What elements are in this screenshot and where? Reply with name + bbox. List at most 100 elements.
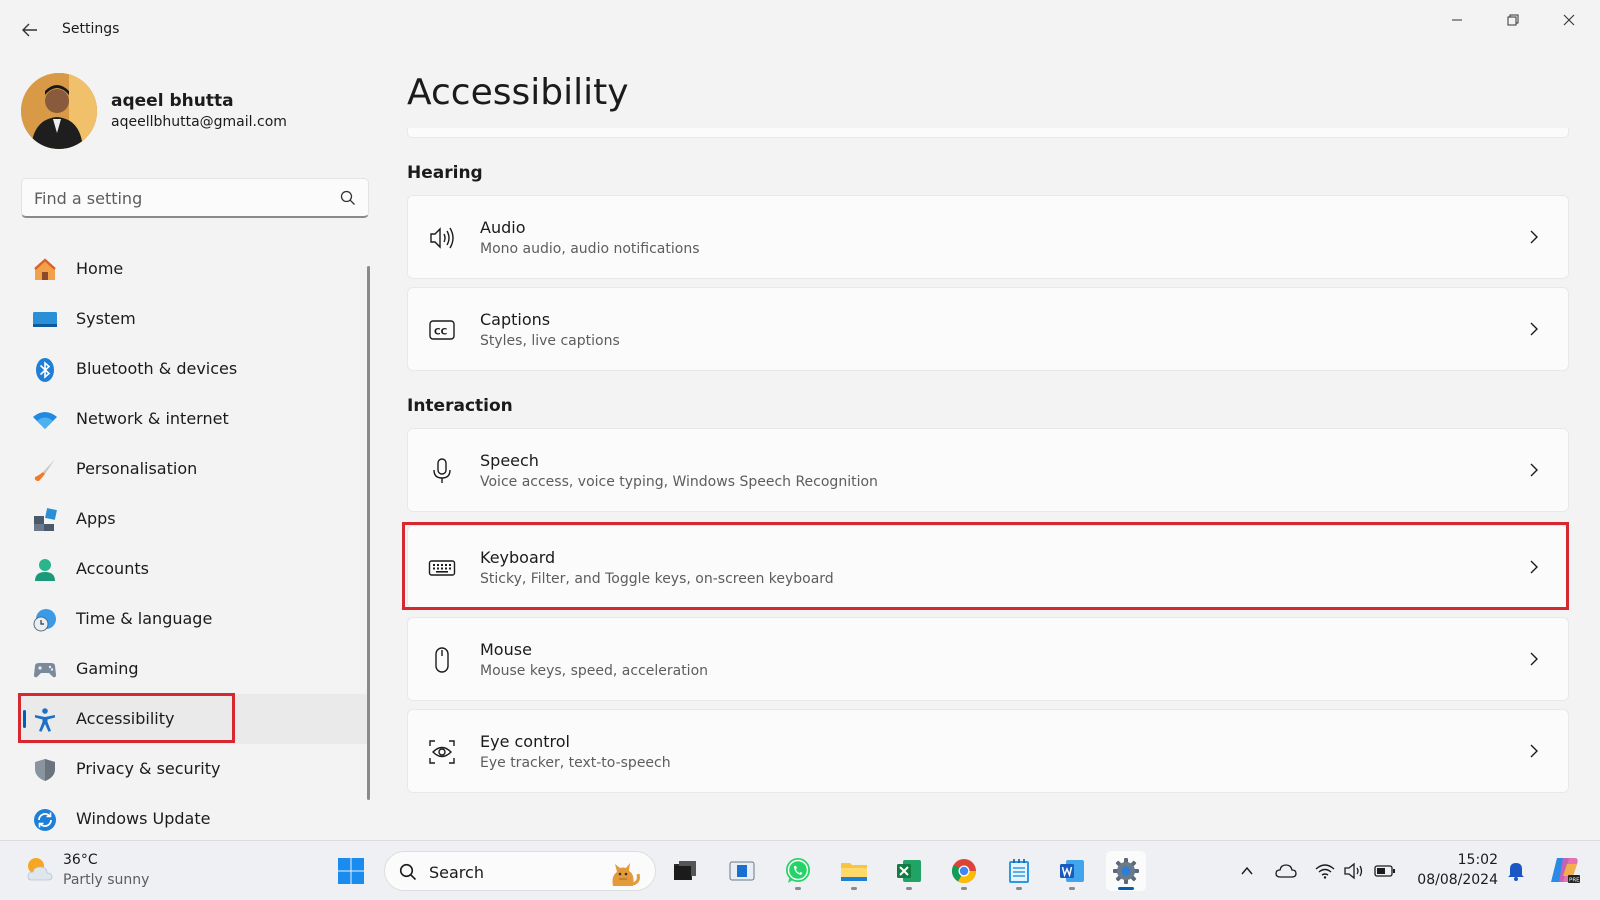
card-title: Audio: [480, 218, 526, 237]
cat-illustration-icon: [612, 863, 640, 886]
page-title: Accessibility: [407, 72, 629, 113]
user-email: aqeellbhutta@gmail.com: [111, 114, 287, 130]
taskbar-app-notepad[interactable]: [999, 851, 1039, 891]
start-button[interactable]: [331, 851, 371, 891]
highlight-box-keyboard: [402, 522, 1569, 610]
profile-photo-icon: [21, 73, 97, 149]
sidebar-item-gaming[interactable]: Gaming: [20, 644, 370, 694]
card-subtitle: Eye tracker, text-to-speech: [480, 755, 671, 771]
search-input[interactable]: [34, 187, 324, 209]
sidebar-item-apps[interactable]: Apps: [20, 494, 370, 544]
sidebar-item-label: Home: [76, 259, 124, 278]
task-view-icon: [674, 861, 696, 880]
back-button[interactable]: [18, 18, 42, 42]
sidebar-item-network[interactable]: Network & internet: [20, 394, 370, 444]
battery-button[interactable]: [1373, 859, 1397, 883]
wifi-icon: [1315, 864, 1335, 879]
sidebar-item-label: Accounts: [76, 559, 149, 578]
show-hidden-icons-button[interactable]: [1235, 859, 1259, 883]
running-indicator: [1118, 887, 1134, 890]
taskbar-app-media[interactable]: [722, 851, 762, 891]
taskbar-search-label: Search: [429, 863, 484, 882]
taskbar-search[interactable]: Search: [384, 851, 656, 891]
sidebar-item-label: Bluetooth & devices: [76, 359, 238, 378]
sidebar-item-label: Windows Update: [76, 809, 211, 828]
settings-gear-icon: [1113, 858, 1139, 884]
notifications-button[interactable]: [1504, 859, 1528, 883]
user-name: aqeel bhutta: [111, 91, 234, 111]
search-icon[interactable]: [340, 190, 356, 206]
running-indicator: [906, 887, 912, 890]
avatar[interactable]: [21, 73, 97, 149]
volume-button[interactable]: [1343, 859, 1367, 883]
gamepad-icon: [32, 657, 58, 683]
update-icon: [32, 807, 58, 833]
sidebar-scrollbar[interactable]: [367, 266, 370, 800]
card-title: Speech: [480, 451, 539, 470]
card-title: Captions: [480, 310, 551, 329]
network-status-button[interactable]: [1313, 859, 1337, 883]
taskbar-app-whatsapp[interactable]: [778, 851, 818, 891]
chevron-right-icon: [1530, 230, 1538, 244]
speaker-icon: [428, 224, 456, 252]
section-label-interaction: Interaction: [407, 396, 513, 416]
svg-text:CC: CC: [434, 328, 448, 338]
sidebar-item-personalisation[interactable]: Personalisation: [20, 444, 370, 494]
sidebar-nav: Home System Bluetooth & devices Network …: [20, 244, 370, 844]
card-mouse[interactable]: Mouse Mouse keys, speed, acceleration: [407, 617, 1569, 701]
taskbar-app-chrome[interactable]: [944, 851, 984, 891]
whatsapp-icon: [786, 858, 810, 883]
windows-start-icon: [338, 858, 364, 884]
accounts-icon: [32, 557, 58, 583]
clock-globe-icon: [32, 607, 58, 633]
card-eye-control[interactable]: Eye control Eye tracker, text-to-speech: [407, 709, 1569, 793]
taskbar-app-word[interactable]: [1052, 851, 1092, 891]
back-arrow-icon: [22, 23, 37, 37]
bell-icon: [1508, 863, 1524, 881]
eye-control-icon: [428, 738, 456, 766]
minimize-icon: [1452, 19, 1462, 21]
sidebar-item-windows-update[interactable]: Windows Update: [20, 794, 370, 844]
sidebar-item-privacy-security[interactable]: Privacy & security: [20, 744, 370, 794]
close-button[interactable]: [1546, 8, 1592, 32]
partly-sunny-icon: [27, 858, 53, 881]
running-indicator: [795, 887, 801, 890]
taskbar-app-file-explorer[interactable]: [834, 851, 874, 891]
chrome-icon: [951, 859, 976, 884]
scrolled-card-edge: [407, 128, 1569, 138]
sidebar-item-label: Gaming: [76, 659, 139, 678]
card-captions[interactable]: CC Captions Styles, live captions: [407, 287, 1569, 371]
find-setting-search[interactable]: [21, 178, 369, 218]
clock-date: 08/08/2024: [1417, 872, 1498, 888]
card-audio[interactable]: Audio Mono audio, audio notifications: [407, 195, 1569, 279]
battery-icon: [1374, 865, 1395, 877]
sidebar-item-home[interactable]: Home: [20, 244, 370, 294]
restore-icon: [1507, 14, 1519, 26]
title-bar: Settings: [0, 0, 1600, 60]
taskbar-app-excel[interactable]: [889, 851, 929, 891]
clock-time: 15:02: [1457, 852, 1498, 868]
weather-temperature: 36°C: [63, 852, 98, 868]
copilot-button[interactable]: PRE: [1548, 853, 1582, 887]
notepad-icon: [1009, 859, 1029, 883]
card-subtitle: Styles, live captions: [480, 333, 620, 349]
card-speech[interactable]: Speech Voice access, voice typing, Windo…: [407, 428, 1569, 512]
sidebar-item-label: Personalisation: [76, 459, 198, 478]
onedrive-button[interactable]: [1274, 859, 1298, 883]
sidebar-item-time-language[interactable]: Time & language: [20, 594, 370, 644]
restore-button[interactable]: [1490, 8, 1536, 32]
sidebar-item-system[interactable]: System: [20, 294, 370, 344]
sidebar-item-bluetooth[interactable]: Bluetooth & devices: [20, 344, 370, 394]
sidebar-item-accounts[interactable]: Accounts: [20, 544, 370, 594]
chevron-right-icon: [1530, 744, 1538, 758]
minimize-button[interactable]: [1434, 8, 1480, 32]
running-indicator: [1069, 887, 1075, 890]
taskbar-app-settings[interactable]: [1106, 851, 1146, 891]
card-title: Eye control: [480, 732, 570, 751]
mouse-icon: [428, 646, 456, 674]
wifi-icon: [32, 407, 58, 433]
sidebar-item-label: Time & language: [76, 609, 213, 628]
taskbar-app-task-view[interactable]: [665, 851, 705, 891]
volume-icon: [1344, 862, 1363, 880]
brush-icon: [32, 457, 58, 483]
